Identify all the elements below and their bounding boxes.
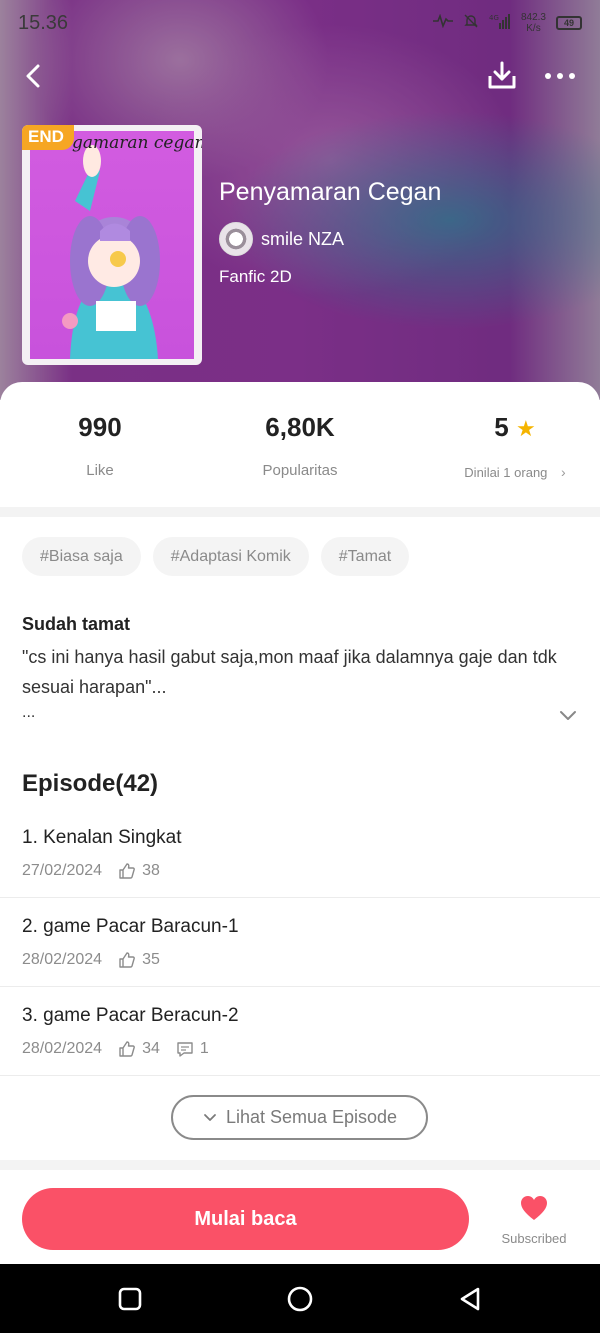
more-options-button[interactable] (540, 60, 580, 92)
stat-likes: 990 Like (40, 412, 160, 479)
details-sheet: 990 Like 6,80K Popularitas 5 ★ Dinilai 1… (0, 382, 600, 1267)
episode-date: 28/02/2024 (22, 951, 103, 968)
episode-likes: 38 (142, 862, 160, 879)
rating-value: 5 (494, 412, 509, 442)
triangle-back-icon (460, 1287, 480, 1311)
episode-meta: 28/02/2024 34 1 (22, 1040, 209, 1058)
episode-row[interactable]: 2. game Pacar Baracun-1 28/02/2024 35 (0, 898, 600, 987)
heart-icon (521, 1196, 547, 1220)
status-time: 15.36 (18, 12, 69, 34)
battery-icon: 49 (556, 16, 582, 30)
synopsis-text: "cs ini hanya hasil gabut saja,mon maaf … (22, 647, 557, 697)
chevron-down-icon (204, 1113, 216, 1121)
stats-row: 990 Like 6,80K Popularitas 5 ★ Dinilai 1… (0, 412, 600, 492)
section-divider (0, 507, 600, 517)
subscribed-label: Subscribed (501, 1231, 567, 1246)
episode-meta: 27/02/2024 38 (22, 862, 160, 880)
system-nav-bar (0, 1264, 600, 1333)
home-button[interactable] (285, 1284, 315, 1314)
back-button[interactable] (20, 60, 50, 92)
thumbs-up-icon (118, 862, 136, 880)
rating-label: Dinilai 1 orang (464, 465, 548, 480)
net-speed-value: 842.3 (520, 12, 546, 23)
start-reading-button[interactable]: Mulai baca (22, 1188, 469, 1250)
section-divider (0, 1160, 600, 1170)
popularity-label: Popularitas (262, 462, 338, 479)
status-bar: 15.36 4G 842.3 K/s 49 (0, 0, 600, 46)
stat-rating[interactable]: 5 ★ Dinilai 1 orang › (440, 412, 590, 480)
recent-apps-button[interactable] (115, 1284, 145, 1314)
tag-item[interactable]: #Tamat (320, 537, 410, 576)
episode-title: 1. Kenalan Singkat (22, 827, 182, 848)
episode-likes: 35 (142, 951, 160, 968)
episode-meta: 28/02/2024 35 (22, 951, 160, 969)
author-link[interactable]: smile NZA (219, 222, 344, 256)
chevron-right-icon: › (561, 464, 566, 480)
cover-illustration (30, 131, 194, 359)
book-cover: gamaran cegan END (22, 125, 202, 365)
author-name: smile NZA (261, 228, 345, 249)
tag-item[interactable]: #Adaptasi Komik (152, 537, 309, 576)
likes-label: Like (86, 462, 114, 479)
see-all-label: Lihat Semua Episode (225, 1107, 398, 1127)
popularity-value: 6,80K (265, 412, 335, 442)
synopsis-ellipsis: ... (22, 704, 36, 721)
net-speed: 842.3 K/s (521, 12, 546, 34)
rating-value-row: 5 ★ (440, 412, 590, 448)
status-icons: 4G 842.3 K/s 49 (432, 12, 582, 34)
download-icon (488, 61, 516, 89)
thumbs-up-icon (118, 1040, 136, 1058)
episode-likes: 34 (142, 1040, 160, 1057)
tag-list: #Biasa saja #Adaptasi Komik #Tamat (22, 537, 410, 576)
download-button[interactable] (484, 58, 520, 94)
episode-row[interactable]: 3. game Pacar Beracun-2 28/02/2024 34 1 (0, 987, 600, 1076)
episode-date: 27/02/2024 (22, 862, 103, 879)
signal-label: 4G (489, 14, 499, 22)
genre-label: Fanfic 2D (219, 267, 292, 286)
chevron-left-icon (26, 64, 40, 88)
episode-heading: Episode(42) (22, 770, 159, 797)
more-dots-icon (545, 73, 575, 79)
circle-icon (287, 1286, 313, 1312)
expand-synopsis-button[interactable] (557, 704, 579, 726)
thumbs-up-icon (118, 951, 136, 969)
cover-character-art (62, 145, 160, 359)
cover-title-text: gamaran cegan (72, 133, 202, 153)
signal-icon: 4G (489, 13, 511, 33)
header-background: 15.36 4G 842.3 K/s 49 gamaran cegan END … (0, 0, 600, 400)
synopsis-title: Sudah tamat (22, 614, 131, 634)
chevron-down-icon (560, 711, 576, 720)
stat-popularity: 6,80K Popularitas (220, 412, 380, 479)
author-avatar (219, 222, 253, 256)
tag-item[interactable]: #Biasa saja (22, 537, 141, 576)
episode-date: 28/02/2024 (22, 1040, 103, 1057)
episode-list: 1. Kenalan Singkat 27/02/2024 38 2. game… (0, 809, 600, 1076)
net-speed-unit: K/s (526, 23, 541, 34)
comment-icon (176, 1040, 194, 1058)
episode-comments: 1 (199, 1040, 209, 1057)
episode-row[interactable]: 1. Kenalan Singkat 27/02/2024 38 (0, 809, 600, 898)
book-title: Penyamaran Cegan (219, 178, 442, 206)
square-icon (118, 1287, 142, 1311)
activity-icon (432, 13, 453, 32)
end-badge: END (22, 125, 74, 150)
episode-title: 3. game Pacar Beracun-2 (22, 1005, 239, 1026)
episode-title: 2. game Pacar Baracun-1 (22, 916, 239, 937)
see-all-episodes-button[interactable]: Lihat Semua Episode (171, 1095, 428, 1140)
bottom-action-bar: Mulai baca Subscribed (0, 1172, 600, 1264)
rating-label-row: Dinilai 1 orang › (440, 464, 590, 480)
mute-bell-icon (463, 13, 479, 33)
likes-value: 990 (78, 412, 122, 442)
subscribe-button[interactable]: Subscribed (492, 1194, 576, 1250)
star-icon: ★ (515, 416, 536, 441)
system-back-button[interactable] (455, 1284, 485, 1314)
